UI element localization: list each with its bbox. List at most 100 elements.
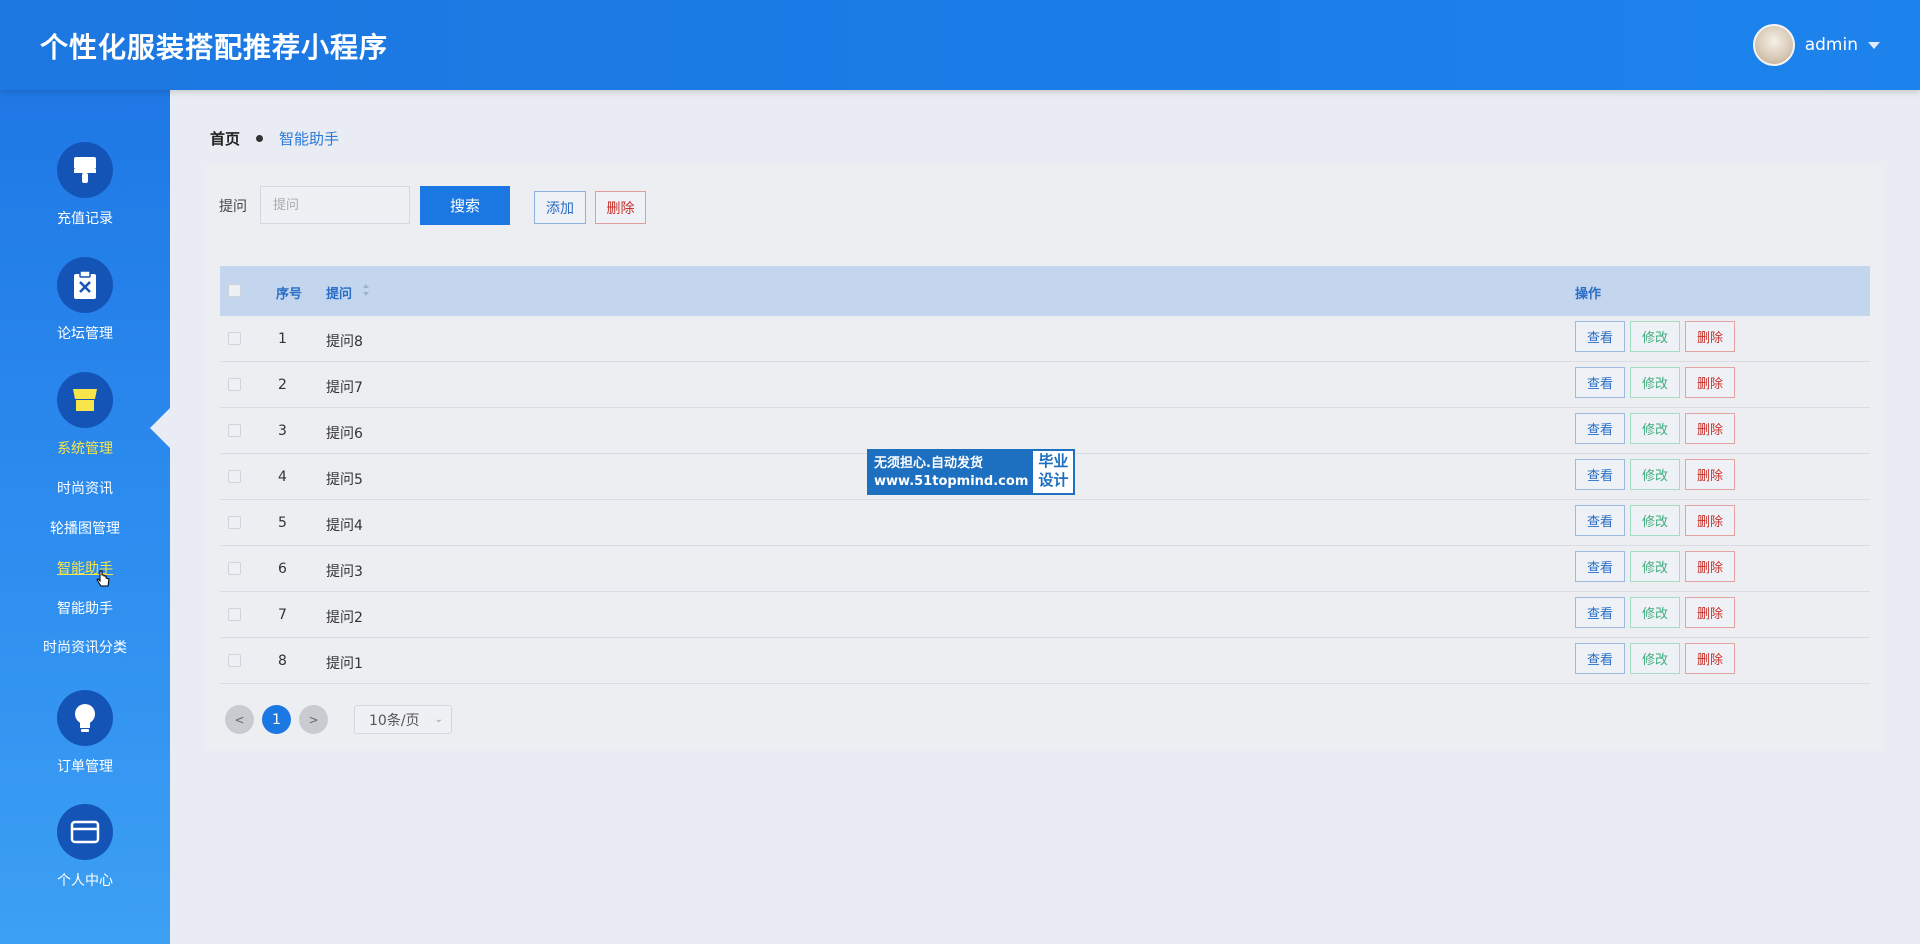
chevron-down-icon[interactable] — [1868, 41, 1880, 49]
row-question: 提问6 — [326, 426, 363, 442]
active-indicator — [150, 408, 170, 448]
delete-button[interactable]: 删除 — [1685, 367, 1735, 398]
edit-button[interactable]: 修改 — [1630, 643, 1680, 674]
delete-button[interactable]: 删除 — [1685, 643, 1735, 674]
view-button[interactable]: 查看 — [1575, 643, 1625, 674]
sidebar-item-profile[interactable]: 个人中心 — [0, 804, 170, 890]
watermark-line1: 无须担心.自动发货 — [874, 456, 983, 471]
row-index: 1 — [278, 331, 287, 347]
view-button[interactable]: 查看 — [1575, 367, 1625, 398]
sidebar-sub-fashion-news[interactable]: 时尚资讯 — [0, 478, 170, 498]
sort-icon[interactable] — [362, 283, 370, 297]
row-checkbox[interactable] — [228, 470, 241, 483]
table-row: 2 提问7 查看 修改 删除 — [220, 362, 1870, 408]
search-button[interactable]: 搜索 — [420, 186, 510, 225]
sidebar-item-forum[interactable]: 论坛管理 — [0, 257, 170, 343]
breadcrumb-home[interactable]: 首页 — [210, 128, 240, 149]
page-number-button[interactable]: 1 — [262, 705, 291, 734]
view-button[interactable]: 查看 — [1575, 551, 1625, 582]
view-button[interactable]: 查看 — [1575, 459, 1625, 490]
edit-button[interactable]: 修改 — [1630, 321, 1680, 352]
user-menu[interactable]: admin — [1752, 24, 1880, 66]
add-button[interactable]: 添加 — [534, 191, 586, 224]
row-index: 8 — [278, 653, 287, 669]
brush-icon[interactable] — [57, 142, 113, 198]
row-checkbox[interactable] — [228, 332, 241, 345]
row-checkbox[interactable] — [228, 608, 241, 621]
row-index: 2 — [278, 377, 287, 393]
sidebar-label[interactable]: 充值记录 — [0, 208, 170, 228]
sidebar-item-orders[interactable]: 订单管理 — [0, 690, 170, 776]
sidebar-sub-assistant[interactable]: 智能助手 — [0, 598, 170, 618]
next-page-button[interactable]: > — [299, 705, 328, 734]
table-row: 6 提问3 查看 修改 删除 — [220, 546, 1870, 592]
watermark-badge1: 毕业 — [1038, 452, 1069, 470]
sidebar-label[interactable]: 订单管理 — [0, 756, 170, 776]
row-question: 提问1 — [326, 656, 363, 672]
sidebar-label[interactable]: 论坛管理 — [0, 323, 170, 343]
row-index: 6 — [278, 561, 287, 577]
avatar[interactable] — [1752, 24, 1795, 66]
edit-button[interactable]: 修改 — [1630, 459, 1680, 490]
row-checkbox[interactable] — [228, 378, 241, 391]
delete-button[interactable]: 删除 — [1685, 321, 1735, 352]
row-question: 提问8 — [326, 334, 363, 350]
shop-icon[interactable] — [57, 372, 113, 428]
sidebar-item-system[interactable]: 系统管理 — [0, 372, 170, 458]
breadcrumb-current: 智能助手 — [279, 130, 340, 148]
delete-button[interactable]: 删除 — [1685, 597, 1735, 628]
search-input[interactable] — [260, 186, 410, 224]
sidebar-label[interactable]: 系统管理 — [0, 438, 170, 458]
row-question: 提问3 — [326, 564, 363, 580]
table-row: 8 提问1 查看 修改 删除 — [220, 638, 1870, 684]
edit-button[interactable]: 修改 — [1630, 597, 1680, 628]
delete-button[interactable]: 删除 — [1685, 505, 1735, 536]
row-checkbox[interactable] — [228, 562, 241, 575]
table-row: 5 提问4 查看 修改 删除 — [220, 500, 1870, 546]
sidebar-sub-carousel[interactable]: 轮播图管理 — [0, 518, 170, 538]
row-question: 提问5 — [326, 472, 363, 488]
prev-page-button[interactable]: < — [225, 705, 254, 734]
view-button[interactable]: 查看 — [1575, 413, 1625, 444]
edit-button[interactable]: 修改 — [1630, 551, 1680, 582]
search-label: 提问 — [219, 199, 247, 215]
header-index: 序号 — [276, 287, 303, 302]
view-button[interactable]: 查看 — [1575, 321, 1625, 352]
delete-button[interactable]: 删除 — [1685, 413, 1735, 444]
breadcrumb: 首页 智能助手 — [210, 128, 339, 149]
watermark-line2: www.51topmind.com — [874, 474, 1029, 489]
lightbulb-icon[interactable] — [57, 690, 113, 746]
view-button[interactable]: 查看 — [1575, 597, 1625, 628]
hand-cursor-icon — [96, 570, 110, 587]
row-index: 4 — [278, 469, 287, 485]
view-button[interactable]: 查看 — [1575, 505, 1625, 536]
row-checkbox[interactable] — [228, 516, 241, 529]
header-question[interactable]: 提问 — [326, 283, 352, 302]
app-title: 个性化服装搭配推荐小程序 — [40, 31, 389, 64]
delete-button[interactable]: 删除 — [1685, 459, 1735, 490]
watermark-badge2: 设计 — [1038, 471, 1069, 489]
table-row: 3 提问6 查看 修改 删除 — [220, 408, 1870, 454]
edit-button[interactable]: 修改 — [1630, 505, 1680, 536]
user-name[interactable]: admin — [1805, 35, 1858, 55]
sidebar-item-recharge[interactable]: 充值记录 — [0, 142, 170, 228]
table-row: 1 提问8 查看 修改 删除 — [220, 316, 1870, 362]
edit-button[interactable]: 修改 — [1630, 367, 1680, 398]
sidebar-label[interactable]: 个人中心 — [0, 870, 170, 890]
delete-button[interactable]: 删除 — [1685, 551, 1735, 582]
watermark-badge-text: 毕业 设计 — [1033, 451, 1074, 493]
row-index: 3 — [278, 423, 287, 439]
breadcrumb-separator — [256, 135, 264, 142]
batch-delete-button[interactable]: 删除 — [595, 191, 646, 224]
row-checkbox[interactable] — [228, 424, 241, 437]
clipboard-x-icon[interactable] — [57, 257, 113, 313]
row-checkbox[interactable] — [228, 654, 241, 667]
pagination: < 1 > 10条/页 ⌄ — [225, 705, 452, 734]
wallet-icon[interactable] — [57, 804, 113, 860]
sidebar-sub-news-category[interactable]: 时尚资讯分类 — [0, 637, 170, 657]
sidebar-sub-assistant-active[interactable]: 智能助手 — [0, 558, 170, 578]
page-size-select[interactable]: 10条/页 ⌄ — [354, 705, 452, 734]
edit-button[interactable]: 修改 — [1630, 413, 1680, 444]
row-question: 提问2 — [326, 610, 363, 626]
select-all-checkbox[interactable] — [228, 284, 241, 297]
